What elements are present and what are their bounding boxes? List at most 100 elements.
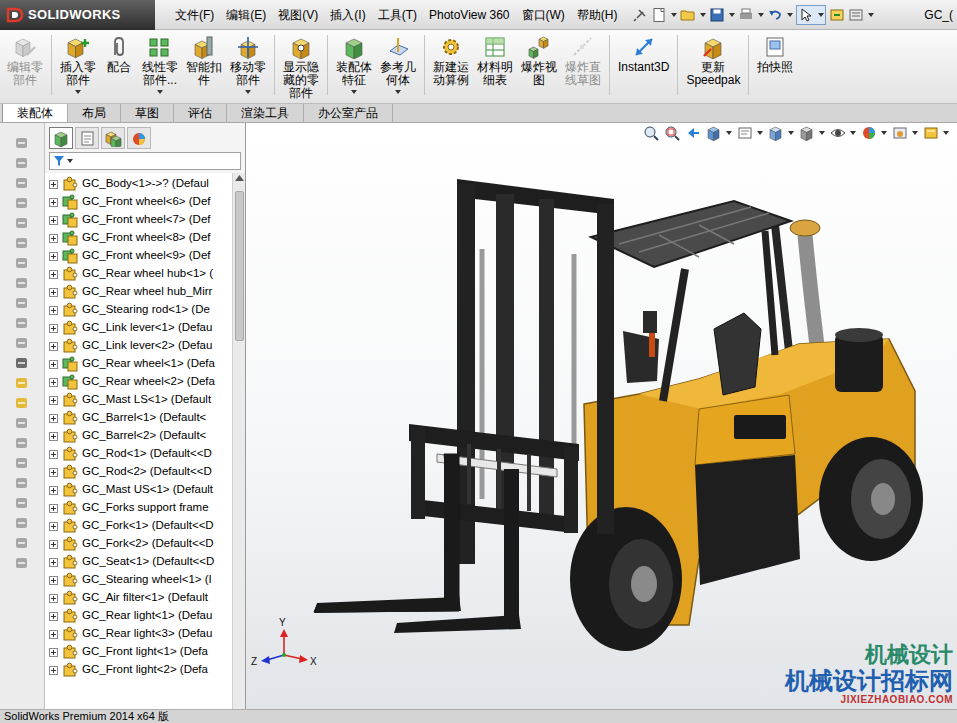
command-button[interactable]: 移动零部件 <box>227 35 269 94</box>
tree-row[interactable]: GC_Mast LS<1> (Default <box>49 391 232 409</box>
panel-tab[interactable] <box>49 127 73 149</box>
command-button[interactable]: 智能扣件 <box>183 35 225 87</box>
tree-row[interactable]: GC_Mast US<1> (Default <box>49 481 232 499</box>
task-button[interactable] <box>14 215 30 231</box>
command-label[interactable]: 部件 <box>13 74 37 87</box>
expand-box[interactable] <box>49 648 58 657</box>
quick-button[interactable] <box>632 7 648 23</box>
tree-label[interactable]: GC_Barrel<2> (Default< <box>82 427 206 444</box>
dropdown-arrow[interactable] <box>850 131 856 135</box>
model-view[interactable]: YXZ <box>246 123 957 709</box>
panel-tab[interactable] <box>101 127 125 149</box>
command-label[interactable]: 动算例 <box>433 74 469 87</box>
tree-row[interactable]: GC_Link lever<2> (Defau <box>49 337 232 355</box>
command-label[interactable]: 藏的零 <box>283 74 319 87</box>
expand-box[interactable] <box>49 504 58 513</box>
command-label[interactable]: 智能扣 <box>186 61 222 74</box>
dropdown-arrow[interactable] <box>788 131 794 135</box>
task-button[interactable] <box>14 175 30 191</box>
tree-label[interactable]: GC_Front wheel<8> (Def <box>82 229 210 246</box>
tree-row[interactable]: GC_Body<1>->? (Defaul <box>49 175 232 193</box>
quick-button[interactable] <box>738 7 764 23</box>
tree-row[interactable]: GC_Rear wheel<2> (Defa <box>49 373 232 391</box>
command-tab[interactable]: 评估 <box>174 104 227 122</box>
menu-item[interactable]: 文件(F) <box>169 6 220 24</box>
tree-row[interactable]: GC_Fork<2> (Default<<D <box>49 535 232 553</box>
view-tool-button[interactable] <box>643 125 659 141</box>
command-button[interactable]: 显示隐藏的零部件 <box>280 35 322 100</box>
task-button[interactable] <box>14 395 30 411</box>
expand-box[interactable] <box>49 630 58 639</box>
tree-label[interactable]: GC_Front wheel<7> (Def <box>82 211 210 228</box>
command-label[interactable]: 新建运 <box>433 61 469 74</box>
task-button[interactable] <box>14 335 30 351</box>
task-button[interactable] <box>14 255 30 271</box>
command-tab[interactable]: 草图 <box>121 104 174 122</box>
command-button[interactable]: 更新Speedpak <box>683 35 743 87</box>
expand-box[interactable] <box>49 486 58 495</box>
task-button[interactable] <box>14 495 30 511</box>
tree-label[interactable]: GC_Link lever<1> (Defau <box>82 319 212 336</box>
dropdown-arrow[interactable] <box>912 131 918 135</box>
dropdown-arrow[interactable] <box>881 131 887 135</box>
command-button[interactable]: 编辑零部件 <box>4 35 46 87</box>
task-button[interactable] <box>14 275 30 291</box>
tree-row[interactable]: GC_Front wheel<8> (Def <box>49 229 232 247</box>
tree-row[interactable]: GC_Front light<1> (Defa <box>49 643 232 661</box>
expand-box[interactable] <box>49 288 58 297</box>
command-label[interactable]: Speedpak <box>686 74 740 87</box>
command-label[interactable]: 图 <box>533 74 545 87</box>
quick-button[interactable] <box>767 7 793 23</box>
command-tab[interactable]: 办公室产品 <box>304 104 393 122</box>
panel-tab[interactable] <box>75 127 99 149</box>
command-label[interactable]: 细表 <box>483 74 507 87</box>
tree-row[interactable]: GC_Forks support frame <box>49 499 232 517</box>
expand-box[interactable] <box>49 576 58 585</box>
menu-item[interactable]: 窗口(W) <box>516 6 571 24</box>
tree-row[interactable]: GC_Air filter<1> (Default <box>49 589 232 607</box>
task-button[interactable] <box>14 355 30 371</box>
expand-box[interactable] <box>49 270 58 279</box>
tree-row[interactable]: GC_Rod<1> (Default<<D <box>49 445 232 463</box>
view-tool-button[interactable] <box>923 125 949 141</box>
dropdown-arrow[interactable] <box>75 90 81 94</box>
command-label[interactable]: 爆炸视 <box>521 61 557 74</box>
dropdown-arrow[interactable] <box>819 131 825 135</box>
command-label[interactable]: 更新 <box>701 61 725 74</box>
tree-label[interactable]: GC_Stearing wheel<1> (I <box>82 571 212 588</box>
command-tab[interactable]: 装配体 <box>2 104 68 122</box>
tree-label[interactable]: GC_Rear light<3> (Defau <box>82 625 212 642</box>
command-label[interactable]: 显示隐 <box>283 61 319 74</box>
quick-button[interactable] <box>829 7 845 23</box>
expand-box[interactable] <box>49 252 58 261</box>
tree-row[interactable]: GC_Link lever<1> (Defau <box>49 319 232 337</box>
quick-button[interactable] <box>796 5 826 25</box>
tree-row[interactable]: GC_Rear light<1> (Defau <box>49 607 232 625</box>
tree-row[interactable]: GC_Barrel<1> (Default< <box>49 409 232 427</box>
tree-label[interactable]: GC_Air filter<1> (Default <box>82 589 208 606</box>
dropdown-arrow[interactable] <box>868 13 874 17</box>
tree-label[interactable]: GC_Fork<1> (Default<<D <box>82 517 214 534</box>
tree-row[interactable]: GC_Seat<1> (Default<<D <box>49 553 232 571</box>
quick-button[interactable] <box>848 7 874 23</box>
command-label[interactable]: 爆炸直 <box>565 61 601 74</box>
expand-box[interactable] <box>49 558 58 567</box>
tree-label[interactable]: GC_Front wheel<9> (Def <box>82 247 210 264</box>
menu-item[interactable]: 编辑(E) <box>220 6 272 24</box>
graphics-viewport[interactable]: YXZ机械设计机械设计招标网JIXIEZHAOBIAO.COM <box>246 123 957 709</box>
task-button[interactable] <box>14 195 30 211</box>
command-button[interactable]: 配合 <box>101 35 137 74</box>
task-button[interactable] <box>14 555 30 571</box>
view-tool-button[interactable] <box>830 125 856 141</box>
view-tool-button[interactable] <box>892 125 918 141</box>
task-button[interactable] <box>14 535 30 551</box>
task-button[interactable] <box>14 515 30 531</box>
dropdown-arrow[interactable] <box>157 90 163 94</box>
tree-scrollbar[interactable] <box>232 173 245 709</box>
command-label[interactable]: 部件... <box>143 74 177 87</box>
command-button[interactable]: 材料明细表 <box>474 35 516 87</box>
task-button[interactable] <box>14 315 30 331</box>
model-canvas[interactable]: YXZ <box>246 123 957 709</box>
command-label[interactable]: 线性零 <box>142 61 178 74</box>
view-tool-button[interactable] <box>768 125 794 141</box>
